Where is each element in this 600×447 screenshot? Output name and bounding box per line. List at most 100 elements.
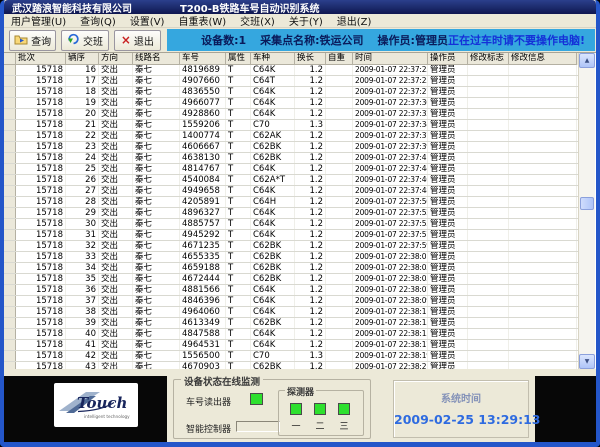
table-cell[interactable] xyxy=(326,131,353,141)
table-cell[interactable]: 4672444 xyxy=(180,274,226,284)
table-cell[interactable] xyxy=(468,285,509,295)
table-cell[interactable]: 1.2 xyxy=(295,329,326,339)
table-row[interactable]: 1571830交出秦七4885757TC64K1.22009-01-07 22:… xyxy=(4,219,578,230)
table-cell[interactable] xyxy=(468,120,509,130)
table-cell[interactable] xyxy=(468,340,509,350)
table-cell[interactable]: 秦七 xyxy=(133,142,180,152)
table-cell[interactable] xyxy=(509,164,577,174)
table-cell[interactable]: 交出 xyxy=(99,186,133,196)
table-cell[interactable]: 2009-01-07 22:38:13 xyxy=(353,318,428,328)
table-cell[interactable]: 27 xyxy=(66,186,99,196)
menu-user-management[interactable]: 用户管理(U) xyxy=(4,13,73,28)
table-cell[interactable]: 1.2 xyxy=(295,252,326,262)
table-cell[interactable]: 管理员 xyxy=(428,219,468,229)
table-cell[interactable] xyxy=(468,208,509,218)
table-cell[interactable]: 15718 xyxy=(16,351,66,361)
table-cell[interactable]: 管理员 xyxy=(428,318,468,328)
table-cell[interactable]: 管理员 xyxy=(428,307,468,317)
table-row[interactable]: 1571826交出秦七4540084TC62A*T1.22009-01-07 2… xyxy=(4,175,578,186)
table-cell[interactable]: C62AK xyxy=(251,131,295,141)
table-cell[interactable] xyxy=(509,252,577,262)
table-cell[interactable]: 15718 xyxy=(16,87,66,97)
table-cell[interactable]: 15718 xyxy=(16,98,66,108)
table-cell[interactable]: 4655335 xyxy=(180,252,226,262)
table-cell[interactable]: 交出 xyxy=(99,263,133,273)
scroll-up-icon[interactable]: ▲ xyxy=(579,53,595,68)
table-cell[interactable]: 15718 xyxy=(16,153,66,163)
table-cell[interactable]: 4846396 xyxy=(180,296,226,306)
table-cell[interactable] xyxy=(326,153,353,163)
table-cell[interactable]: T xyxy=(226,208,251,218)
table-cell[interactable] xyxy=(509,197,577,207)
table-cell[interactable]: 秦七 xyxy=(133,208,180,218)
column-header[interactable]: 车种 xyxy=(251,53,295,65)
table-cell[interactable] xyxy=(468,351,509,361)
table-cell[interactable]: 41 xyxy=(66,340,99,350)
table-cell[interactable]: 秦七 xyxy=(133,219,180,229)
table-cell[interactable]: 2009-01-07 22:38:03 xyxy=(353,263,428,273)
table-row[interactable]: 1571831交出秦七4945292TC64K1.22009-01-07 22:… xyxy=(4,230,578,241)
table-cell[interactable] xyxy=(468,307,509,317)
table-cell[interactable]: 4945292 xyxy=(180,230,226,240)
table-cell[interactable]: 17 xyxy=(66,76,99,86)
table-cell[interactable]: 4638130 xyxy=(180,153,226,163)
table-cell[interactable] xyxy=(509,65,577,75)
table-cell[interactable]: 1.2 xyxy=(295,76,326,86)
table-cell[interactable] xyxy=(468,164,509,174)
table-cell[interactable]: T xyxy=(226,164,251,174)
table-cell[interactable]: T xyxy=(226,131,251,141)
table-cell[interactable]: T xyxy=(226,241,251,251)
table-cell[interactable]: 交出 xyxy=(99,351,133,361)
table-row[interactable]: 1571841交出秦七4964531TC64K1.22009-01-07 22:… xyxy=(4,340,578,351)
table-cell[interactable]: 1.2 xyxy=(295,296,326,306)
table-cell[interactable]: 4659188 xyxy=(180,263,226,273)
menu-settings[interactable]: 设置(V) xyxy=(123,13,172,28)
table-cell[interactable]: C62BK xyxy=(251,318,295,328)
table-cell[interactable]: 2009-01-07 22:37:52 xyxy=(353,208,428,218)
table-cell[interactable]: 1.2 xyxy=(295,197,326,207)
table-row[interactable]: 1571817交出秦七4907660TC64T1.22009-01-07 22:… xyxy=(4,76,578,87)
menu-weight-table[interactable]: 自重表(W) xyxy=(171,13,233,28)
column-header[interactable]: 修改标志 xyxy=(468,53,509,65)
table-cell[interactable]: 15718 xyxy=(16,164,66,174)
table-cell[interactable] xyxy=(509,87,577,97)
table-cell[interactable]: 交出 xyxy=(99,296,133,306)
table-cell[interactable]: C64T xyxy=(251,76,295,86)
table-cell[interactable]: 30 xyxy=(66,219,99,229)
table-cell[interactable] xyxy=(326,208,353,218)
menu-shift-change[interactable]: 交班(X) xyxy=(233,13,282,28)
menu-query[interactable]: 查询(Q) xyxy=(73,13,123,28)
table-cell[interactable] xyxy=(509,263,577,273)
table-cell[interactable]: 2009-01-07 22:37:32 xyxy=(353,109,428,119)
table-cell[interactable]: 交出 xyxy=(99,120,133,130)
table-cell[interactable]: 4964060 xyxy=(180,307,226,317)
table-cell[interactable]: C62A*T xyxy=(251,175,295,185)
table-cell[interactable]: 2009-01-07 22:38:05 xyxy=(353,274,428,284)
table-cell[interactable]: 1.2 xyxy=(295,109,326,119)
table-cell[interactable] xyxy=(468,87,509,97)
table-cell[interactable]: 管理员 xyxy=(428,87,468,97)
table-cell[interactable]: 4819689 xyxy=(180,65,226,75)
table-cell[interactable]: 交出 xyxy=(99,175,133,185)
table-cell[interactable]: 管理员 xyxy=(428,340,468,350)
table-cell[interactable]: T xyxy=(226,274,251,284)
table-cell[interactable]: 42 xyxy=(66,351,99,361)
table-cell[interactable] xyxy=(468,263,509,273)
table-cell[interactable]: C70 xyxy=(251,351,295,361)
table-cell[interactable]: 4964531 xyxy=(180,340,226,350)
table-cell[interactable]: 1.2 xyxy=(295,340,326,350)
table-cell[interactable]: 15718 xyxy=(16,340,66,350)
table-cell[interactable]: 19 xyxy=(66,98,99,108)
table-cell[interactable]: 秦七 xyxy=(133,318,180,328)
table-cell[interactable]: 38 xyxy=(66,307,99,317)
table-cell[interactable]: C62BK xyxy=(251,142,295,152)
table-cell[interactable]: 2009-01-07 22:37:23 xyxy=(353,65,428,75)
table-cell[interactable]: 15718 xyxy=(16,263,66,273)
table-cell[interactable]: 1400774 xyxy=(180,131,226,141)
table-cell[interactable] xyxy=(326,87,353,97)
table-cell[interactable] xyxy=(468,241,509,251)
table-cell[interactable]: 40 xyxy=(66,329,99,339)
table-cell[interactable]: T xyxy=(226,230,251,240)
table-cell[interactable]: C64K xyxy=(251,109,295,119)
column-header[interactable]: 属性 xyxy=(226,53,251,65)
